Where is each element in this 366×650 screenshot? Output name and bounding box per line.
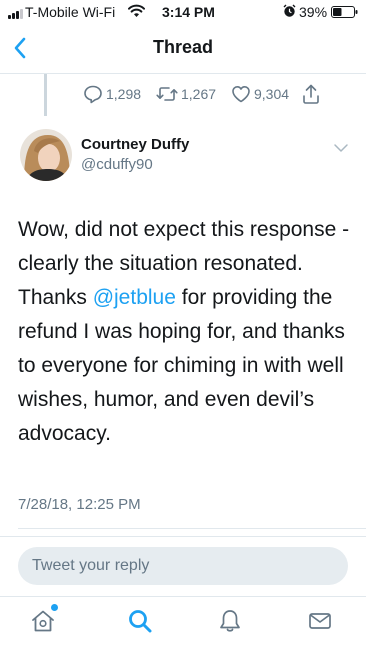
wifi-icon [128,4,145,17]
retweet-icon [156,87,178,101]
retweet-button[interactable]: 1,267 [156,83,216,105]
new-content-dot [51,604,58,611]
envelope-icon [309,613,331,629]
like-count: 9,304 [254,86,290,102]
battery-icon [331,6,358,18]
status-bar: T-Mobile Wi-Fi 3:14 PM 39% [0,0,366,26]
tweet-text: Wow, did not expect this response - clea… [18,213,356,451]
tab-search[interactable] [125,606,155,636]
reply-input[interactable] [18,547,348,585]
nav-divider [0,73,366,74]
alarm-icon [283,4,296,17]
clock: 3:14 PM [162,4,215,20]
tweet-text-after: for providing the refund I was hoping fo… [18,286,345,445]
bell-icon [220,610,240,632]
tweet-divider [18,528,366,529]
tab-messages[interactable] [305,606,335,636]
like-button[interactable]: 9,304 [231,83,289,105]
page-title: Thread [152,37,213,57]
home-icon [32,610,54,632]
reply-bar-divider [0,536,366,537]
reply-button[interactable]: 1,298 [83,83,141,105]
heart-icon [232,86,250,103]
search-icon [129,610,152,633]
tab-bar-divider [0,596,366,597]
battery-percentage: 39% [299,4,328,20]
reply-icon [84,85,102,104]
tweet-timestamp[interactable]: 7/28/18, 12:25 PM [18,496,141,513]
share-button[interactable] [301,83,321,105]
share-icon [303,84,319,104]
username[interactable]: @cduffy90 [81,156,153,173]
mention-link[interactable]: @jetblue [93,286,176,309]
retweet-count: 1,267 [181,86,217,102]
reply-count: 1,298 [106,86,142,102]
tab-notifications[interactable] [215,606,245,636]
chevron-down-icon[interactable] [333,142,349,154]
carrier-name: T-Mobile Wi-Fi [25,4,116,20]
thread-line [44,74,47,116]
avatar[interactable] [20,129,72,181]
cellular-signal-icon [8,9,23,19]
display-name[interactable]: Courtney Duffy [81,136,189,153]
